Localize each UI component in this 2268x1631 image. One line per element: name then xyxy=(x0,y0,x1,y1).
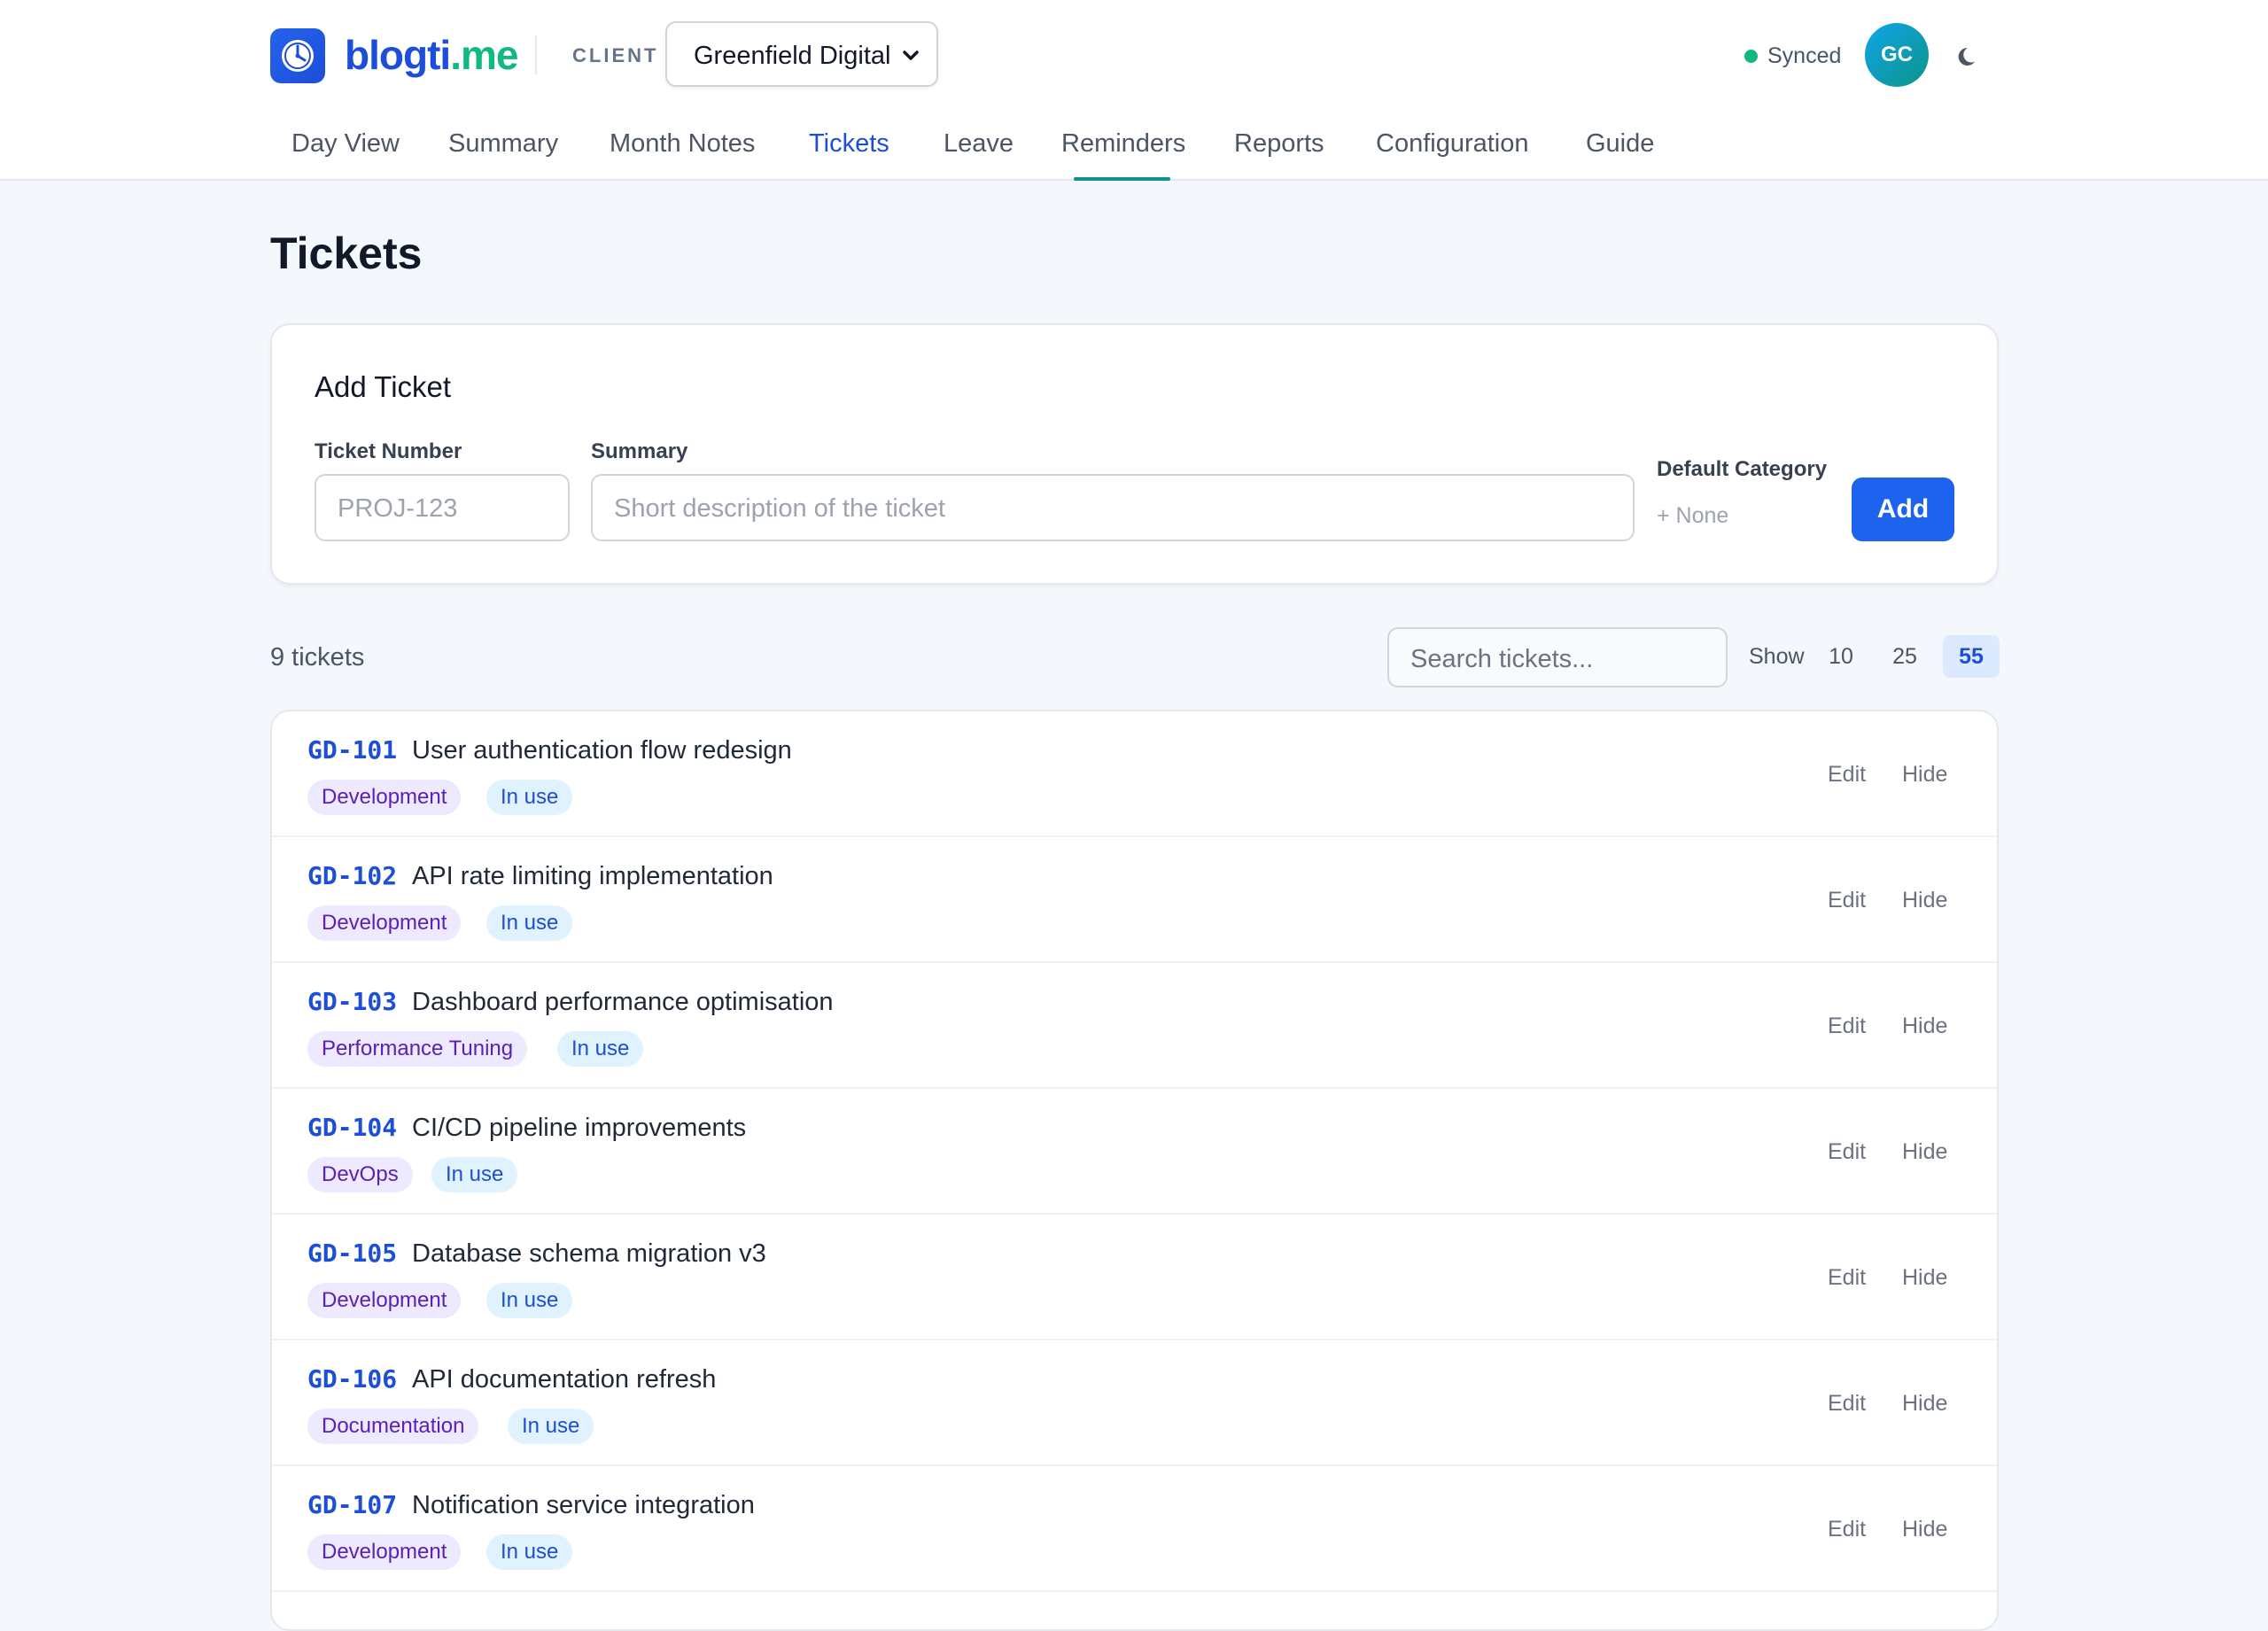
ticket-id[interactable]: GD-104 xyxy=(307,1112,397,1144)
add-ticket-button[interactable]: Add xyxy=(1852,478,1954,541)
category-badge: Development xyxy=(307,1283,462,1318)
page-size-25[interactable]: 25 xyxy=(1882,635,1928,678)
ticket-number-placeholder: PROJ-123 xyxy=(338,494,458,523)
ticket-summary: User authentication flow redesign xyxy=(412,736,792,765)
table-row: GD-104 CI/CD pipeline improvements DevOp… xyxy=(272,1089,1997,1215)
status-badge: In use xyxy=(486,780,573,815)
tab-configuration[interactable]: Configuration xyxy=(1376,122,1529,165)
tab-reports[interactable]: Reports xyxy=(1234,122,1324,165)
hide-button[interactable]: Hide xyxy=(1902,1010,1947,1042)
user-avatar[interactable]: GC xyxy=(1865,23,1929,87)
ticket-id[interactable]: GD-103 xyxy=(307,986,397,1018)
hide-button[interactable]: Hide xyxy=(1902,758,1947,790)
ticket-id[interactable]: GD-101 xyxy=(307,734,397,766)
page-title: Tickets xyxy=(270,229,423,278)
page-size-label: Show xyxy=(1749,644,1805,669)
status-badge: In use xyxy=(486,1283,573,1318)
app-header: blogti.me CLIENT Greenfield Digital Sync… xyxy=(0,0,2268,181)
table-row: GD-107 Notification service integration … xyxy=(272,1466,1997,1592)
status-badge: In use xyxy=(508,1409,594,1444)
ticket-number-input[interactable]: PROJ-123 xyxy=(315,474,570,541)
category-badge: Development xyxy=(307,1534,462,1570)
ticket-summary: API rate limiting implementation xyxy=(412,862,773,890)
ticket-count: 9 tickets xyxy=(270,643,365,672)
hide-button[interactable]: Hide xyxy=(1902,1387,1947,1419)
page-size-55[interactable]: 55 xyxy=(1943,635,2000,678)
page-size-10[interactable]: 10 xyxy=(1819,635,1863,678)
ticket-id[interactable]: GD-107 xyxy=(307,1489,397,1521)
table-row: GD-101 User authentication flow redesign… xyxy=(272,711,1997,837)
category-badge: Documentation xyxy=(307,1409,479,1444)
sync-status-text: Synced xyxy=(1767,43,1842,68)
status-badge: In use xyxy=(486,1534,573,1570)
edit-button[interactable]: Edit xyxy=(1828,1010,1866,1042)
add-ticket-title: Add Ticket xyxy=(315,370,452,403)
brand-tld: .me xyxy=(450,32,518,78)
ticket-summary: Dashboard performance optimisation xyxy=(412,988,834,1016)
hide-button[interactable]: Hide xyxy=(1902,884,1947,916)
edit-button[interactable]: Edit xyxy=(1828,884,1866,916)
tab-month-notes[interactable]: Month Notes xyxy=(610,122,755,165)
header-divider xyxy=(535,35,537,74)
status-badge: In use xyxy=(486,905,573,941)
tab-summary[interactable]: Summary xyxy=(448,122,558,165)
brand-name: blogti xyxy=(345,32,451,78)
status-badge: In use xyxy=(431,1157,518,1192)
hide-button[interactable]: Hide xyxy=(1902,1262,1947,1293)
edit-button[interactable]: Edit xyxy=(1828,758,1866,790)
default-category-picker[interactable]: + None xyxy=(1657,502,1728,529)
ticket-search-input[interactable]: Search tickets... xyxy=(1387,627,1728,687)
clock-icon[interactable] xyxy=(270,28,325,83)
ticket-summary: Notification service integration xyxy=(412,1491,755,1519)
ticket-summary: API documentation refresh xyxy=(412,1365,717,1394)
category-badge: Development xyxy=(307,905,462,941)
search-placeholder: Search tickets... xyxy=(1410,645,1594,673)
tab-guide[interactable]: Guide xyxy=(1586,122,1654,165)
brand-logo[interactable]: blogti.me xyxy=(345,27,518,83)
category-badge: Development xyxy=(307,780,462,815)
tab-reminders[interactable]: Reminders xyxy=(1061,122,1185,165)
edit-button[interactable]: Edit xyxy=(1828,1387,1866,1419)
client-label: CLIENT xyxy=(572,44,659,66)
summary-input[interactable]: Short description of the ticket xyxy=(591,474,1635,541)
edit-button[interactable]: Edit xyxy=(1828,1136,1866,1168)
client-select-value: Greenfield Digital xyxy=(694,42,891,70)
category-badge: Performance Tuning xyxy=(307,1031,528,1067)
edit-button[interactable]: Edit xyxy=(1828,1513,1866,1545)
tab-day-view[interactable]: Day View xyxy=(291,122,400,165)
ticket-number-label: Ticket Number xyxy=(315,439,462,463)
moon-icon[interactable] xyxy=(1953,41,1982,69)
default-category-label: Default Category xyxy=(1657,457,1828,481)
active-tab-indicator xyxy=(1074,177,1170,181)
top-bar: blogti.me CLIENT Greenfield Digital Sync… xyxy=(270,21,1980,89)
hide-button[interactable]: Hide xyxy=(1902,1513,1947,1545)
ticket-list: GD-101 User authentication flow redesign… xyxy=(270,710,1999,1631)
category-badge: DevOps xyxy=(307,1157,413,1192)
tab-tickets[interactable]: Tickets xyxy=(809,122,889,165)
summary-placeholder: Short description of the ticket xyxy=(614,494,945,523)
client-select[interactable]: Greenfield Digital xyxy=(665,21,938,87)
hide-button[interactable]: Hide xyxy=(1902,1136,1947,1168)
ticket-summary: CI/CD pipeline improvements xyxy=(412,1114,747,1142)
add-ticket-card: Add Ticket Ticket Number PROJ-123 Summar… xyxy=(270,323,1999,585)
table-row: GD-105 Database schema migration v3 Deve… xyxy=(272,1215,1997,1340)
ticket-id[interactable]: GD-102 xyxy=(307,860,397,892)
table-row: GD-103 Dashboard performance optimisatio… xyxy=(272,963,1997,1089)
ticket-id[interactable]: GD-106 xyxy=(307,1363,397,1395)
ticket-summary: Database schema migration v3 xyxy=(412,1239,766,1268)
table-row: GD-106 API documentation refresh Documen… xyxy=(272,1340,1997,1466)
tab-leave[interactable]: Leave xyxy=(944,122,1014,165)
status-badge: In use xyxy=(557,1031,644,1067)
sync-status-dot xyxy=(1744,50,1758,63)
edit-button[interactable]: Edit xyxy=(1828,1262,1866,1293)
summary-label: Summary xyxy=(591,439,688,463)
table-row: GD-102 API rate limiting implementation … xyxy=(272,837,1997,963)
chevron-down-icon xyxy=(901,43,920,74)
ticket-id[interactable]: GD-105 xyxy=(307,1238,397,1270)
